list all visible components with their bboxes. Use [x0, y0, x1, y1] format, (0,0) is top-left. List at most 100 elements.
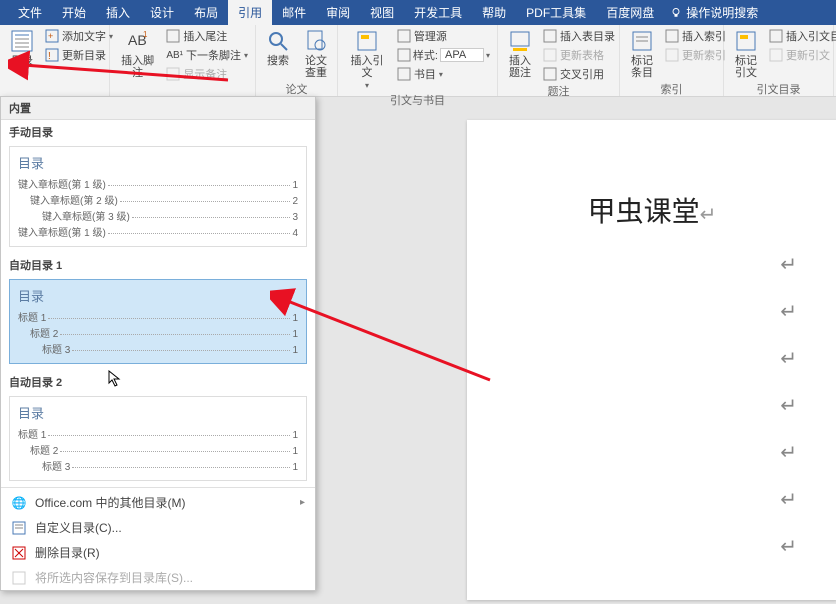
tab-help[interactable]: 帮助: [472, 0, 516, 25]
tab-view[interactable]: 视图: [360, 0, 404, 25]
menu-remove-toc[interactable]: 删除目录(R): [1, 540, 315, 565]
tab-developer[interactable]: 开发工具: [404, 0, 472, 25]
paper-check-icon: [304, 29, 328, 53]
insert-index-label: 插入索引: [682, 28, 726, 44]
insert-index-button[interactable]: 插入索引: [662, 27, 729, 45]
insert-authorities-button[interactable]: 插入引文目: [766, 27, 836, 45]
menu-office-more[interactable]: 🌐 Office.com 中的其他目录(M) ▸: [1, 490, 315, 515]
update-toc-button[interactable]: ! 更新目录: [42, 46, 116, 64]
paragraph-mark: ↵: [497, 440, 807, 465]
toc-icon: [10, 29, 34, 53]
menu-custom-toc-label: 自定义目录(C)...: [35, 519, 122, 536]
tab-insert[interactable]: 插入: [96, 0, 140, 25]
toc-option-auto1[interactable]: 目录 标题 11 标题 21 标题 31: [9, 279, 307, 364]
manage-sources-button[interactable]: 管理源: [394, 27, 493, 45]
toc-option-auto2[interactable]: 目录 标题 11 标题 21 标题 31: [9, 396, 307, 481]
footnote-label: 插入脚注: [120, 55, 155, 79]
update-index-icon: [665, 48, 679, 62]
menu-remove-toc-label: 删除目录(R): [35, 544, 100, 561]
next-footnote-button[interactable]: AB¹ 下一条脚注 ▾: [163, 46, 251, 64]
show-notes-label: 显示备注: [183, 66, 227, 82]
tab-pdf-tools[interactable]: PDF工具集: [516, 0, 596, 25]
tab-baidu[interactable]: 百度网盘: [596, 0, 664, 25]
svg-text:!: !: [48, 51, 51, 62]
group-label-authorities: 引文目录: [728, 81, 829, 99]
style-label: 样式:: [413, 47, 438, 63]
mark-entry-label: 标记 条目: [631, 55, 653, 79]
update-table-label: 更新表格: [560, 47, 604, 63]
caption-icon: [508, 29, 532, 53]
save-gallery-icon: [11, 570, 27, 586]
authorities-icon: [769, 29, 783, 43]
mouse-cursor-icon: [108, 370, 122, 388]
tab-review[interactable]: 审阅: [316, 0, 360, 25]
table-figures-label: 插入表目录: [560, 28, 615, 44]
mark-citation-label: 标记引文: [734, 55, 758, 79]
paragraph-mark: ↵: [497, 487, 807, 512]
insert-citation-label: 插入引文: [348, 55, 386, 79]
update-table-icon: [543, 48, 557, 62]
manage-sources-icon: [397, 29, 411, 43]
mark-entry-icon: [630, 29, 654, 53]
group-label-index: 索引: [624, 81, 719, 99]
group-label-citations: 引文与书目: [342, 92, 493, 110]
menu-office-more-label: Office.com 中的其他目录(M): [35, 494, 185, 511]
menu-save-gallery: 将所选内容保存到目录库(S)...: [1, 565, 315, 590]
insert-table-figures-button[interactable]: 插入表目录: [540, 27, 618, 45]
tab-file[interactable]: 文件: [8, 0, 52, 25]
toc-dropdown-button[interactable]: 目录 ▾: [4, 27, 40, 80]
tell-me-search[interactable]: 操作说明搜索: [664, 0, 764, 25]
bibliography-button[interactable]: 书目 ▾: [394, 65, 493, 83]
lightbulb-icon: [670, 7, 682, 19]
mark-entry-button[interactable]: 标记 条目: [624, 27, 660, 81]
update-toc-icon: !: [45, 48, 59, 62]
table-figures-icon: [543, 29, 557, 43]
mark-citation-icon: [734, 29, 758, 53]
update-table-button[interactable]: 更新表格: [540, 46, 618, 64]
paragraph-mark: ↵: [497, 252, 807, 277]
document-page[interactable]: 甲虫课堂↵ ↵ ↵ ↵ ↵ ↵ ↵ ↵: [467, 120, 836, 600]
tab-mailings[interactable]: 邮件: [272, 0, 316, 25]
insert-endnote-button[interactable]: 插入尾注: [163, 27, 251, 45]
endnote-icon: [166, 29, 180, 43]
custom-toc-icon: [11, 520, 27, 536]
search-button[interactable]: 搜索: [260, 27, 296, 69]
paper-check-button[interactable]: 论文 查重: [298, 27, 334, 81]
preview-toc-title: 目录: [18, 403, 298, 422]
group-label-toc: [4, 92, 105, 94]
authorities-label: 插入引文目: [786, 28, 836, 44]
insert-caption-button[interactable]: 插入题注: [502, 27, 538, 81]
citation-style-select[interactable]: 样式: APA ▾: [394, 46, 493, 64]
section-manual-toc: 手动目录: [1, 120, 315, 144]
insert-footnote-button[interactable]: AB1 插入脚注: [114, 27, 161, 81]
globe-icon: 🌐: [11, 495, 27, 511]
menu-custom-toc[interactable]: 自定义目录(C)...: [1, 515, 315, 540]
show-notes-button[interactable]: 显示备注: [163, 65, 251, 83]
section-auto-toc-1: 自动目录 1: [1, 253, 315, 277]
tab-design[interactable]: 设计: [140, 0, 184, 25]
bibliography-icon: [397, 67, 411, 81]
toc-button-label: 目录: [11, 55, 33, 67]
toc-option-manual[interactable]: 目录 键入章标题(第 1 级)1 键入章标题(第 2 级)2 键入章标题(第 3…: [9, 146, 307, 247]
add-text-button[interactable]: + 添加文字 ▾: [42, 27, 116, 45]
paragraph-mark: ↵: [497, 534, 807, 559]
citation-icon: [355, 29, 379, 53]
update-index-button[interactable]: 更新索引: [662, 46, 729, 64]
tab-home[interactable]: 开始: [52, 0, 96, 25]
tab-references[interactable]: 引用: [228, 0, 272, 25]
mark-citation-button[interactable]: 标记引文: [728, 27, 764, 81]
insert-index-icon: [665, 29, 679, 43]
cross-reference-button[interactable]: 交叉引用: [540, 65, 618, 83]
bibliography-label: 书目: [414, 66, 436, 82]
show-notes-icon: [166, 67, 180, 81]
search-label: 搜索: [267, 55, 289, 67]
svg-text:+: +: [48, 31, 53, 41]
style-value: APA: [440, 48, 484, 62]
ribbon: 目录 ▾ + 添加文字 ▾ ! 更新目录 AB1 插入脚注: [0, 25, 836, 97]
update-authorities-button[interactable]: 更新引文: [766, 46, 836, 64]
section-auto-toc-2: 自动目录 2: [1, 370, 315, 394]
document-area: 甲虫课堂↵ ↵ ↵ ↵ ↵ ↵ ↵ ↵: [337, 110, 836, 604]
tab-layout[interactable]: 布局: [184, 0, 228, 25]
svg-text:1: 1: [143, 30, 148, 39]
insert-citation-button[interactable]: 插入引文 ▾: [342, 27, 392, 92]
